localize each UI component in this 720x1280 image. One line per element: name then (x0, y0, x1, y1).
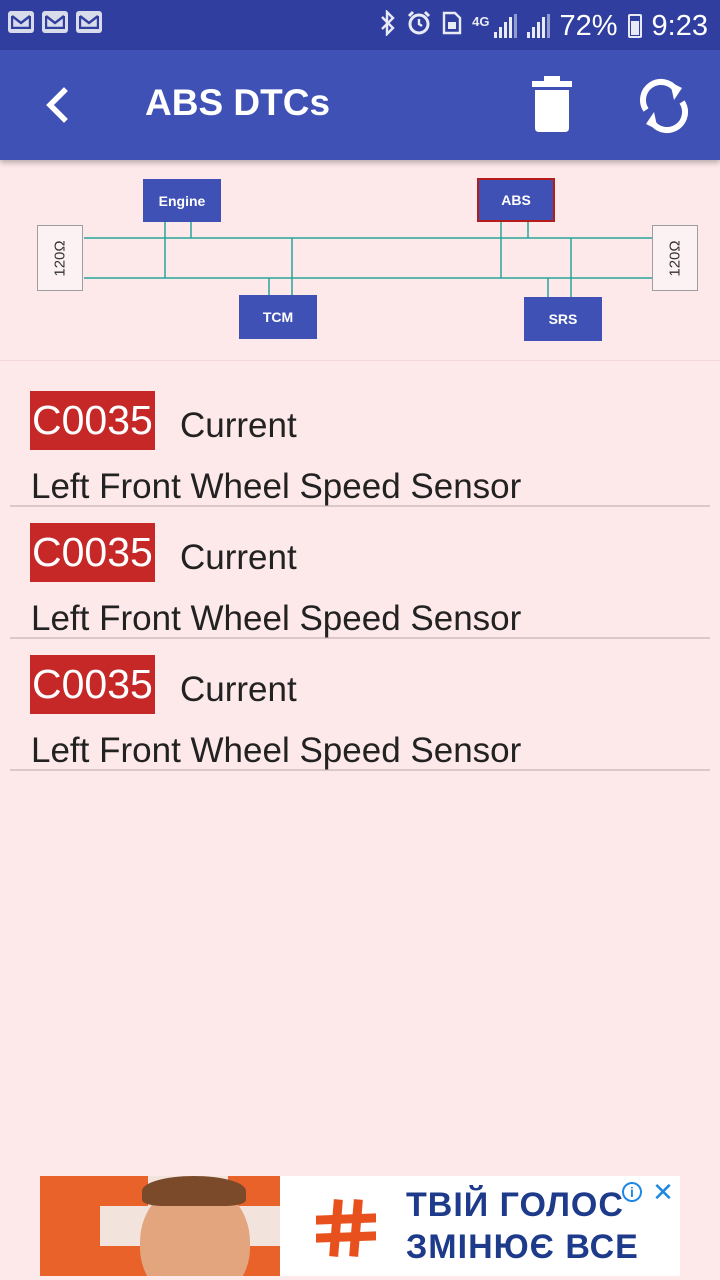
refresh-button[interactable] (632, 74, 696, 138)
ad-person-hair (142, 1176, 246, 1206)
status-bar: 4G 72% 9:23 (0, 0, 720, 50)
ad-logo-icon (316, 1199, 376, 1257)
sim-icon (442, 11, 462, 41)
resistor-label: 120Ω (51, 239, 69, 277)
signal-icon (493, 14, 517, 38)
termination-resistor-right: 120Ω (652, 225, 698, 291)
ad-subheadline: ЗМІНЮЄ ВСЕ (406, 1228, 639, 1266)
node-engine[interactable]: Engine (143, 179, 221, 222)
dtc-description: Left Front Wheel Speed Sensor (31, 599, 522, 638)
dtc-code-badge: C0035 (30, 655, 155, 714)
can-bus-diagram: 120Ω 120Ω Engine ABS TCM SRS (0, 160, 720, 361)
resistor-label: 120Ω (666, 239, 684, 277)
mail-icon (76, 11, 102, 33)
back-arrow-icon (46, 87, 68, 123)
bluetooth-icon (380, 9, 396, 42)
list-item[interactable]: C0035 Current Left Front Wheel Speed Sen… (10, 507, 710, 639)
bus-lines (84, 220, 652, 298)
delete-button[interactable] (524, 74, 580, 136)
dtc-status: Current (180, 538, 297, 577)
battery-percent: 72% (559, 9, 618, 42)
dtc-code-badge: C0035 (30, 523, 155, 582)
ad-close-icon[interactable]: ✕ (650, 1178, 676, 1206)
dtc-description: Left Front Wheel Speed Sensor (31, 731, 522, 770)
dtc-code-badge: C0035 (30, 391, 155, 450)
node-srs[interactable]: SRS (524, 297, 602, 341)
ad-headline: ТВІЙ ГОЛОС (406, 1186, 624, 1224)
ad-image (40, 1176, 280, 1276)
system-icons: 4G 72% 9:23 (380, 6, 708, 46)
alarm-icon (406, 10, 432, 42)
ad-banner[interactable]: ТВІЙ ГОЛОС ЗМІНЮЄ ВСЕ i ✕ (40, 1176, 680, 1276)
list-item[interactable]: C0035 Current Left Front Wheel Speed Sen… (10, 639, 710, 771)
dtc-status: Current (180, 406, 297, 445)
dtc-list: C0035 Current Left Front Wheel Speed Sen… (10, 375, 710, 771)
network-4g-icon: 4G (472, 13, 490, 29)
mail-icon (42, 11, 68, 33)
battery-icon (627, 14, 642, 38)
app-bar: ABS DTCs (0, 50, 720, 160)
node-tcm[interactable]: TCM (239, 295, 317, 339)
signal-icon (526, 14, 550, 38)
mail-icon (8, 11, 34, 33)
ad-info-icon[interactable]: i (622, 1182, 642, 1202)
dtc-status: Current (180, 670, 297, 709)
trash-icon (532, 76, 572, 132)
clock: 9:23 (651, 9, 708, 42)
node-abs[interactable]: ABS (477, 178, 555, 222)
dtc-description: Left Front Wheel Speed Sensor (31, 467, 522, 506)
refresh-icon (639, 79, 689, 133)
page-title: ABS DTCs (145, 82, 331, 123)
notification-icons (8, 11, 102, 33)
back-button[interactable] (30, 75, 90, 135)
termination-resistor-left: 120Ω (37, 225, 83, 291)
list-item[interactable]: C0035 Current Left Front Wheel Speed Sen… (10, 375, 710, 507)
